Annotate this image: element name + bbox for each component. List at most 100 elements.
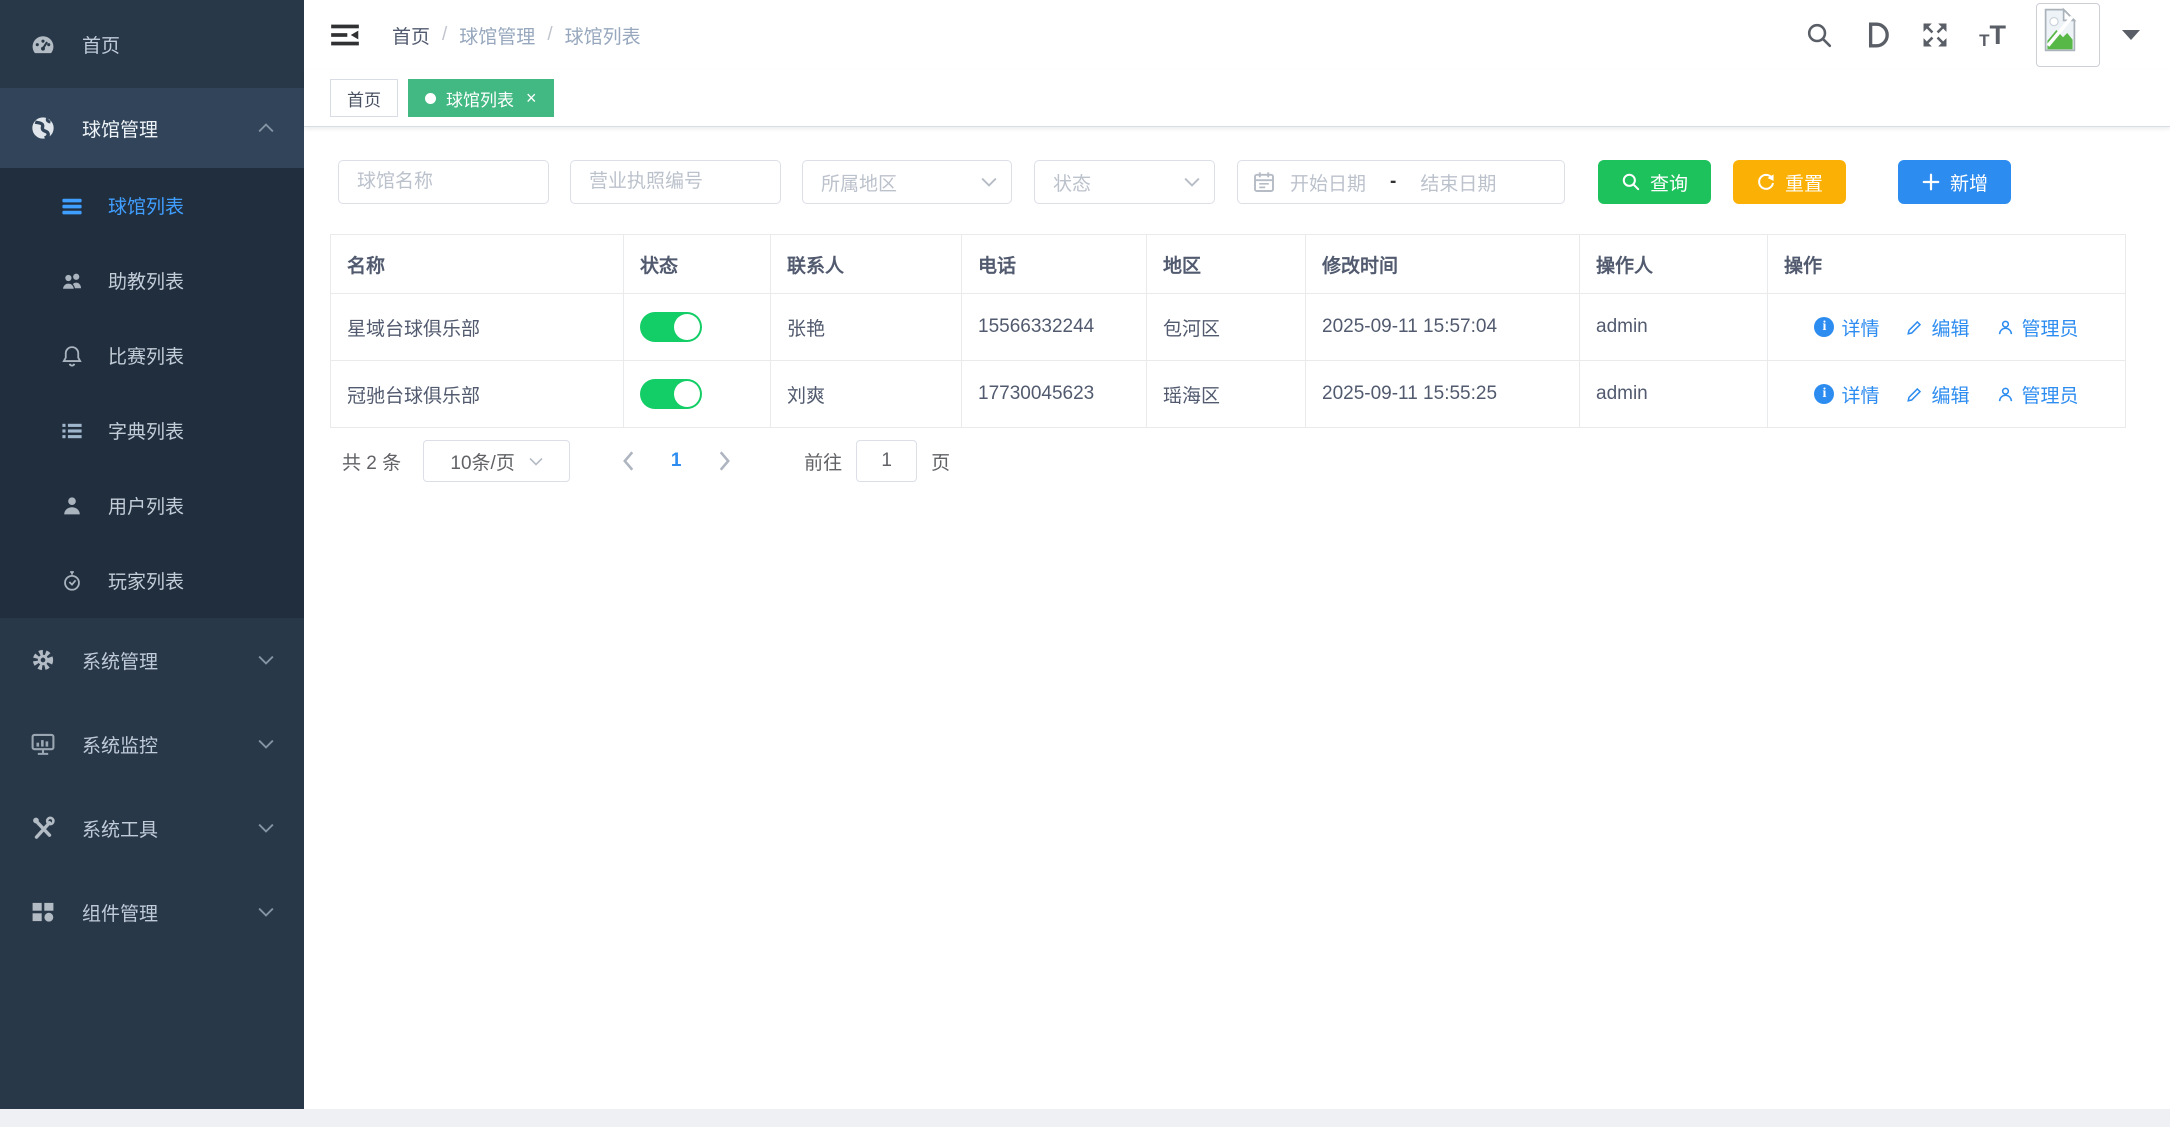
breadcrumb-hall-list: 球馆列表: [565, 22, 641, 49]
col-header-modified: 修改时间: [1306, 235, 1580, 294]
sidebar-item-hall-management[interactable]: 球馆管理: [0, 88, 304, 168]
status-toggle[interactable]: [640, 312, 702, 342]
cell-name: 冠驰台球俱乐部: [331, 361, 624, 428]
avatar-caret-icon[interactable]: [2122, 30, 2140, 40]
cell-district: 瑶海区: [1147, 361, 1306, 428]
cell-modified: 2025-09-11 15:57:04: [1306, 294, 1580, 361]
tags-bar: 首页 球馆列表 ×: [304, 70, 2170, 127]
sidebar-item-label: 系统工具: [82, 815, 158, 842]
sidebar-item-label: 字典列表: [108, 417, 184, 444]
person-icon: [1996, 318, 2015, 337]
status-select[interactable]: 状态: [1034, 160, 1215, 204]
tag-label: 球馆列表: [446, 86, 514, 111]
cell-phone: 17730045623: [962, 361, 1147, 428]
manager-link[interactable]: 管理员: [1996, 314, 2079, 341]
filter-row: 所属地区 状态 开始日期 - 结束日期 查询: [338, 160, 2144, 204]
docs-icon[interactable]: [1863, 21, 1891, 49]
sidebar-item-system-monitor[interactable]: 系统监控: [0, 702, 304, 786]
current-page[interactable]: 1: [656, 450, 696, 472]
font-size-icon[interactable]: TT: [1979, 22, 2006, 49]
prev-page-button[interactable]: [608, 451, 648, 471]
fullscreen-icon[interactable]: [1921, 21, 1949, 49]
monitor-icon: [30, 731, 56, 757]
search-icon[interactable]: [1805, 21, 1833, 49]
table-row: 星域台球俱乐部 张艳 15566332244 包河区 2025-09-11 15…: [331, 294, 2126, 361]
tag-label: 首页: [347, 86, 381, 111]
next-page-button[interactable]: [704, 451, 744, 471]
reset-button[interactable]: 重置: [1733, 160, 1846, 204]
sidebar-collapse-icon[interactable]: [330, 22, 360, 48]
region-select-placeholder: 所属地区: [821, 169, 981, 196]
detail-link[interactable]: i详情: [1814, 381, 1879, 408]
date-range-picker[interactable]: 开始日期 - 结束日期: [1237, 160, 1565, 204]
chevron-down-icon: [529, 457, 543, 466]
col-header-contact: 联系人: [771, 235, 962, 294]
navbar: 首页 / 球馆管理 / 球馆列表 TT: [304, 0, 2170, 70]
region-select[interactable]: 所属地区: [802, 160, 1012, 204]
detail-link[interactable]: i详情: [1814, 314, 1879, 341]
gear-icon: [30, 647, 56, 673]
avatar[interactable]: [2036, 3, 2100, 67]
cell-actions: i详情 编辑 管理员: [1768, 361, 2126, 428]
search-button[interactable]: 查询: [1598, 160, 1711, 204]
tag-close-icon[interactable]: ×: [526, 89, 537, 107]
sidebar-item-system-tools[interactable]: 系统工具: [0, 786, 304, 870]
chevron-up-icon: [258, 123, 274, 133]
add-button[interactable]: 新增: [1898, 160, 2011, 204]
breadcrumb-hall-management[interactable]: 球馆管理: [459, 22, 535, 49]
sidebar-item-assistant-list[interactable]: 助教列表: [0, 243, 304, 318]
cell-contact: 刘爽: [771, 361, 962, 428]
list-icon: [60, 194, 84, 218]
halls-table: 名称 状态 联系人 电话 地区 修改时间 操作人 操作 星域台球俱乐部: [330, 234, 2126, 428]
sidebar-item-home[interactable]: 首页: [0, 0, 304, 88]
page-content: 所属地区 状态 开始日期 - 结束日期 查询: [304, 160, 2170, 482]
tools-icon: [30, 815, 56, 841]
components-icon: [30, 899, 56, 925]
sidebar-item-player-list[interactable]: 玩家列表: [0, 543, 304, 618]
edit-link[interactable]: 编辑: [1905, 381, 1969, 408]
sidebar-item-component-management[interactable]: 组件管理: [0, 870, 304, 954]
sidebar-item-user-list[interactable]: 用户列表: [0, 468, 304, 543]
table-header-row: 名称 状态 联系人 电话 地区 修改时间 操作人 操作: [331, 235, 2126, 294]
page-size-select[interactable]: 10条/页: [423, 440, 570, 482]
tag-home[interactable]: 首页: [330, 79, 398, 117]
sidebar-item-system-management[interactable]: 系统管理: [0, 618, 304, 702]
sidebar-item-hall-list[interactable]: 球馆列表: [0, 168, 304, 243]
info-icon: i: [1814, 384, 1834, 404]
goto-page-input[interactable]: [856, 440, 917, 482]
pencil-icon: [1905, 385, 1924, 404]
pagination: 共 2 条 10条/页 1 前往 页: [342, 440, 2144, 482]
edit-link[interactable]: 编辑: [1905, 314, 1969, 341]
license-number-input[interactable]: [570, 160, 781, 204]
sidebar-item-label: 用户列表: [108, 492, 184, 519]
sidebar-item-dict-list[interactable]: 字典列表: [0, 393, 304, 468]
col-header-operator: 操作人: [1580, 235, 1768, 294]
manager-link[interactable]: 管理员: [1996, 381, 2079, 408]
cell-modified: 2025-09-11 15:55:25: [1306, 361, 1580, 428]
breadcrumb-separator: /: [442, 24, 447, 46]
sidebar-item-label: 玩家列表: [108, 567, 184, 594]
page-size-value: 10条/页: [450, 448, 514, 475]
table-row: 冠驰台球俱乐部 刘爽 17730045623 瑶海区 2025-09-11 15…: [331, 361, 2126, 428]
tag-hall-list[interactable]: 球馆列表 ×: [408, 79, 554, 117]
sidebar-item-label: 助教列表: [108, 267, 184, 294]
sidebar-item-label: 比赛列表: [108, 342, 184, 369]
chevron-down-icon: [258, 907, 274, 917]
cell-operator: admin: [1580, 361, 1768, 428]
end-date-placeholder: 结束日期: [1420, 169, 1496, 196]
cell-district: 包河区: [1147, 294, 1306, 361]
cell-name: 星域台球俱乐部: [331, 294, 624, 361]
col-header-name: 名称: [331, 235, 624, 294]
toggle-knob: [674, 381, 700, 407]
hall-name-input[interactable]: [338, 160, 549, 204]
app-window: 首页 球馆管理 球馆列表 助教列表: [0, 0, 2170, 1127]
user-icon: [60, 494, 84, 518]
sidebar-submenu-hall: 球馆列表 助教列表 比赛列表 字典列表: [0, 168, 304, 618]
col-header-actions: 操作: [1768, 235, 2126, 294]
status-toggle[interactable]: [640, 379, 702, 409]
col-header-district: 地区: [1147, 235, 1306, 294]
sidebar-item-match-list[interactable]: 比赛列表: [0, 318, 304, 393]
col-header-status: 状态: [624, 235, 771, 294]
cell-phone: 15566332244: [962, 294, 1147, 361]
breadcrumb-home[interactable]: 首页: [392, 22, 430, 49]
